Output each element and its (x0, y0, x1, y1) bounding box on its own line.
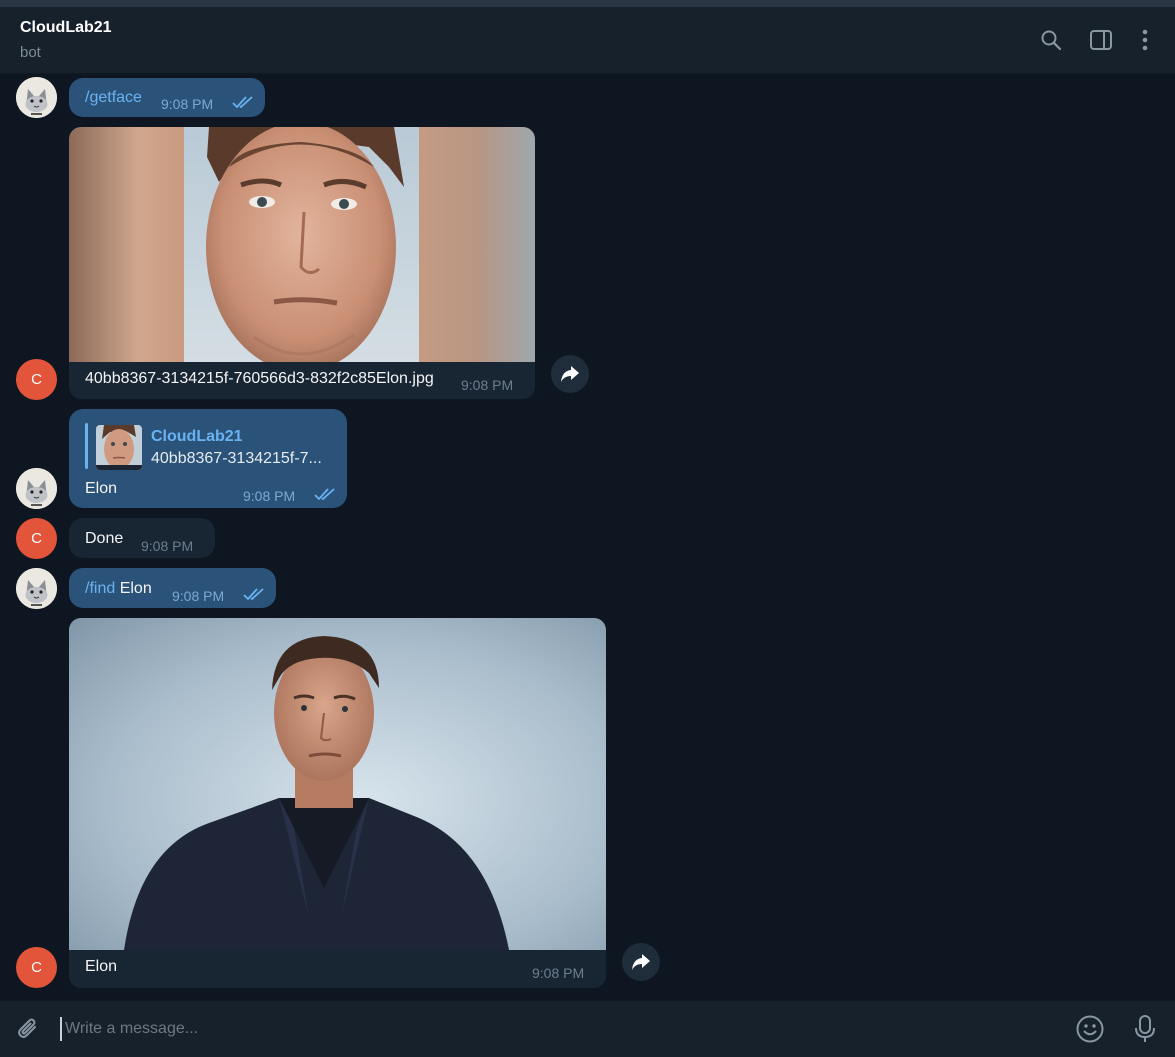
message-time: 9:08 PM (461, 377, 514, 393)
forward-button[interactable] (551, 355, 589, 393)
bot-avatar[interactable]: C (16, 518, 57, 559)
message-composer (0, 1000, 1175, 1057)
message-photo-portrait[interactable]: Elon 9:08 PM (69, 618, 606, 988)
photo-caption: Elon (85, 958, 118, 975)
forward-icon (632, 954, 650, 970)
face-photo[interactable] (69, 127, 535, 372)
photo-caption: 40bb8367-3134215f-760566d3-832f2c85Elon.… (85, 370, 434, 387)
message-photo-face[interactable]: 40bb8367-3134215f-760566d3-832f2c85Elon.… (69, 127, 535, 399)
message-getface[interactable]: /getface 9:08 PM (69, 78, 265, 117)
forward-icon (561, 366, 579, 382)
chat-header[interactable]: CloudLab21 bot (0, 7, 1175, 74)
forward-button[interactable] (622, 943, 660, 981)
chat-title[interactable]: CloudLab21 (20, 19, 112, 37)
message-find-elon[interactable]: /find Elon 9:08 PM (69, 568, 276, 608)
reply-author: CloudLab21 (151, 428, 243, 445)
message-text: Done (85, 530, 124, 547)
emoji-icon[interactable] (1074, 1013, 1106, 1045)
bot-command-link[interactable]: /getface (85, 88, 142, 108)
message-time: 9:08 PM (243, 488, 296, 504)
search-icon[interactable] (1038, 27, 1064, 53)
reply-quote-bar (85, 423, 88, 469)
message-time: 9:08 PM (172, 588, 225, 604)
bot-avatar[interactable]: C (16, 947, 57, 988)
portrait-photo[interactable] (69, 618, 606, 950)
message-time: 9:08 PM (532, 965, 585, 981)
command-argument: Elon (115, 580, 152, 597)
attach-icon[interactable] (12, 1013, 44, 1045)
chat-subtitle: bot (20, 44, 41, 61)
bot-command-link[interactable]: /find (85, 580, 115, 597)
sidebar-toggle-icon[interactable] (1088, 27, 1114, 53)
message-text-line: /find Elon (85, 579, 152, 599)
message-input[interactable] (60, 1017, 1040, 1041)
double-check-icon (232, 95, 254, 115)
double-check-icon (314, 487, 336, 507)
message-text: Elon (85, 480, 118, 497)
window-top-strip (0, 0, 1175, 7)
reply-thumbnail[interactable] (96, 425, 142, 470)
user-avatar[interactable] (16, 468, 57, 509)
more-vertical-icon[interactable] (1132, 27, 1158, 53)
message-time: 9:08 PM (161, 96, 214, 112)
reply-preview: 40bb8367-3134215f-7... (151, 450, 322, 467)
message-time: 9:08 PM (141, 538, 194, 554)
message-done[interactable]: Done 9:08 PM (69, 518, 215, 558)
double-check-icon (243, 587, 265, 607)
microphone-icon[interactable] (1129, 1013, 1161, 1045)
user-avatar[interactable] (16, 568, 57, 609)
bot-avatar[interactable]: C (16, 359, 57, 400)
user-avatar[interactable] (16, 77, 57, 118)
message-reply-elon[interactable]: CloudLab21 40bb8367-3134215f-7... Elon 9… (69, 409, 347, 508)
